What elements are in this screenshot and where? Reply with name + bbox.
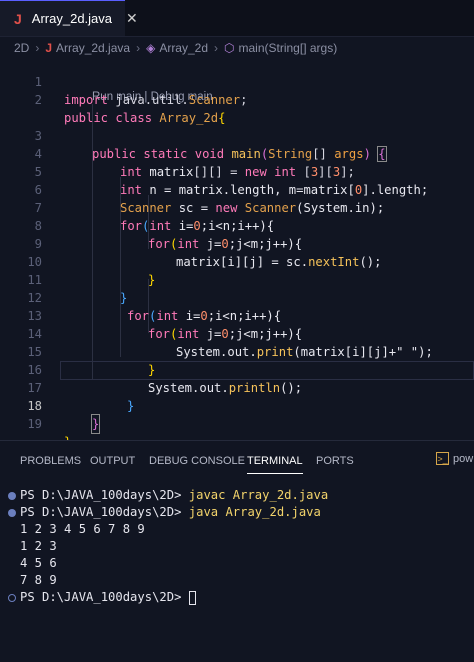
- breadcrumb-folder[interactable]: 2D: [14, 41, 29, 55]
- code-line: 10 }: [0, 235, 474, 287]
- command-status-icon[interactable]: [8, 508, 16, 517]
- code-token: import: [64, 93, 109, 107]
- editor-tab-bar: J Array_2d.java ✕: [0, 0, 474, 37]
- method-icon: ⬡: [224, 41, 235, 55]
- terminal-prompt: PS D:\JAVA_100days\2D>: [20, 488, 189, 502]
- class-icon: ◈: [146, 41, 156, 55]
- code-line: 14 System.out.print(matrix[i][j]+" ");: [0, 307, 474, 359]
- code-line: 8 for(int j=0;j<m;j++){: [0, 199, 474, 251]
- tab-label: Array_2d.java: [31, 11, 113, 26]
- code-line: 3 public static void main(String[] args)…: [0, 109, 474, 162]
- terminal-prompt: PS D:\JAVA_100days\2D>: [20, 505, 189, 519]
- code-line: 2 public class Array_2d{: [0, 73, 474, 125]
- code-line: 16 System.out.println();: [0, 343, 474, 395]
- code-line: 19 }: [0, 397, 474, 449]
- code-line: 6 Scanner sc = new Scanner(System.in);: [0, 163, 474, 215]
- terminal-output-line: 1 2 3: [20, 539, 57, 553]
- code-token: java.util.: [108, 93, 189, 107]
- code-token: }: [90, 414, 101, 434]
- code-token: ;: [240, 93, 248, 107]
- code-editor[interactable]: Run main | Debug main 1 import java.util…: [0, 55, 474, 449]
- chevron-right-icon: ›: [214, 41, 219, 55]
- close-icon[interactable]: ✕: [126, 10, 138, 27]
- code-line: 17 }: [0, 361, 474, 413]
- command-status-icon[interactable]: [8, 491, 16, 500]
- bottom-panel: PROBLEMS OUTPUT DEBUG CONSOLE TERMINAL P…: [0, 440, 474, 662]
- terminal-prompt: PS D:\JAVA_100days\2D>: [20, 590, 189, 604]
- terminal-output-line: 4 5 6: [20, 556, 57, 570]
- line-number: 19: [27, 417, 42, 431]
- tab-array-2d-java[interactable]: J Array_2d.java ✕: [0, 0, 138, 36]
- terminal-command: javac Array_2d.java: [188, 488, 329, 502]
- line-number: 2: [34, 93, 42, 107]
- code-line: 13 for(int j=0;j<m;j++){: [0, 289, 474, 341]
- tab-output[interactable]: OUTPUT: [90, 455, 135, 467]
- code-line: 1 import java.util.Scanner;: [0, 55, 474, 107]
- breadcrumb-method[interactable]: main(String[] args): [239, 41, 338, 55]
- code-line: 12 for(int i=0;i<n;i++){: [0, 271, 474, 323]
- terminal-command: java Array_2d.java: [188, 505, 321, 519]
- tab-problems[interactable]: PROBLEMS: [20, 455, 81, 467]
- code-line: 15 }: [0, 325, 474, 377]
- code-line: 11 }: [0, 253, 474, 305]
- code-line: 5 int n = matrix.length, m=matrix[0].len…: [0, 145, 474, 197]
- breadcrumb-class[interactable]: Array_2d: [159, 41, 208, 55]
- terminal-line: PS D:\JAVA_100days\2D>: [8, 589, 196, 606]
- chevron-right-icon: ›: [35, 41, 40, 55]
- panel-tabs: PROBLEMS OUTPUT DEBUG CONSOLE TERMINAL P…: [0, 449, 474, 479]
- tab-debug-console[interactable]: DEBUG CONSOLE: [149, 455, 245, 467]
- terminal-shell-selector[interactable]: >_ pow: [436, 452, 473, 465]
- code-line: 18 }: [0, 379, 474, 434]
- code-line: 4 int matrix[][] = new int [3][3];: [0, 127, 474, 179]
- breadcrumb-file[interactable]: Array_2d.java: [56, 41, 130, 55]
- java-file-icon: J: [45, 41, 53, 55]
- code-line: 9 matrix[i][j] = sc.nextInt();: [0, 217, 474, 269]
- code-line: 7 for(int i=0;i<n;i++){: [0, 181, 474, 233]
- terminal-output-line: 1 2 3 4 5 6 7 8 9: [20, 522, 145, 536]
- terminal-line: PS D:\JAVA_100days\2D> javac Array_2d.ja…: [8, 487, 328, 504]
- terminal-line: PS D:\JAVA_100days\2D> java Array_2d.jav…: [8, 504, 321, 521]
- chevron-right-icon: ›: [136, 41, 141, 55]
- tab-terminal[interactable]: TERMINAL: [247, 455, 303, 474]
- powershell-icon: >_: [436, 452, 449, 465]
- shell-label: pow: [453, 452, 474, 465]
- code-token: Scanner: [188, 93, 241, 107]
- command-status-icon[interactable]: [8, 593, 16, 602]
- terminal-output-line: 7 8 9: [20, 573, 57, 587]
- tab-ports[interactable]: PORTS: [316, 455, 354, 467]
- terminal-cursor: [188, 590, 196, 605]
- java-file-icon: J: [14, 10, 22, 27]
